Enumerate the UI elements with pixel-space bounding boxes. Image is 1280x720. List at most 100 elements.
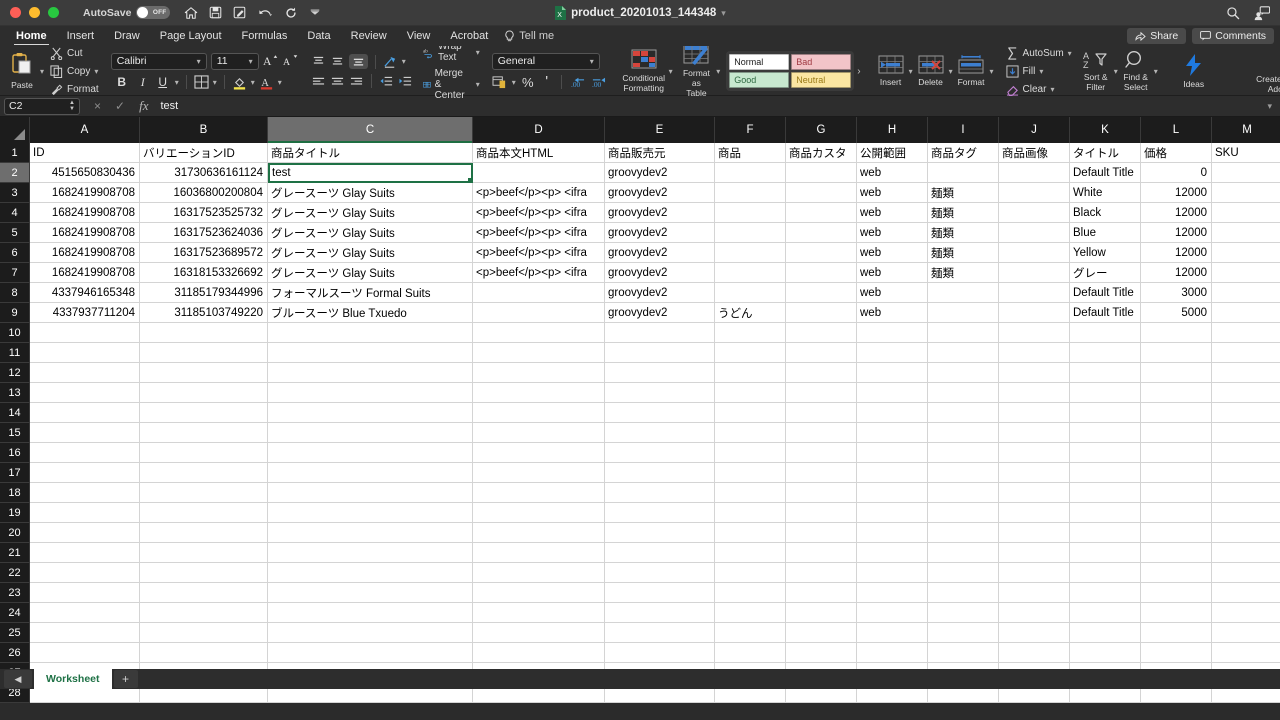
cell-E7[interactable]: groovydev2 [605, 263, 715, 283]
cell-K20[interactable] [1070, 523, 1141, 543]
column-header-h[interactable]: H [857, 117, 928, 143]
table-row[interactable]: ID バリエーションID 商品タイトル 商品本文HTML 商品販売元 商品 商品カスタ 公開範… [30, 143, 1280, 163]
row-header-6[interactable]: 6 [0, 243, 30, 263]
cell-H14[interactable] [857, 403, 928, 423]
cell-G18[interactable] [786, 483, 857, 503]
cell-D25[interactable] [473, 623, 605, 643]
cell-K1[interactable]: タイトル [1070, 143, 1141, 163]
home-icon[interactable] [184, 6, 198, 20]
cell-K8[interactable]: Default Title [1070, 283, 1141, 303]
cell-D21[interactable] [473, 543, 605, 563]
cell-F13[interactable] [715, 383, 786, 403]
cell-E23[interactable] [605, 583, 715, 603]
cell-E24[interactable] [605, 603, 715, 623]
cell-I25[interactable] [928, 623, 999, 643]
cell-M19[interactable] [1212, 503, 1280, 523]
cell-M12[interactable] [1212, 363, 1280, 383]
cell-K7[interactable]: グレー [1070, 263, 1141, 283]
fill-color-icon[interactable] [232, 75, 247, 90]
cell-M24[interactable] [1212, 603, 1280, 623]
accounting-format-icon[interactable] [492, 75, 508, 89]
cell-I8[interactable] [928, 283, 999, 303]
row-header-26[interactable]: 26 [0, 643, 30, 663]
cell-A5[interactable]: 1682419908708 [30, 223, 140, 243]
cell-I7[interactable]: 麺類 [928, 263, 999, 283]
cell-A22[interactable] [30, 563, 140, 583]
row-header-5[interactable]: 5 [0, 223, 30, 243]
cell-I21[interactable] [928, 543, 999, 563]
cell-I1[interactable]: 商品タグ [928, 143, 999, 163]
cell-A4[interactable]: 1682419908708 [30, 203, 140, 223]
cell-A19[interactable] [30, 503, 140, 523]
format-as-table-chevron-down-icon[interactable]: ▾ [716, 67, 720, 76]
cell-L6[interactable]: 12000 [1141, 243, 1212, 263]
cell-M15[interactable] [1212, 423, 1280, 443]
cell-G23[interactable] [786, 583, 857, 603]
customize-toolbar-icon[interactable] [309, 8, 321, 18]
table-row[interactable] [30, 643, 1280, 663]
cell-H10[interactable] [857, 323, 928, 343]
cell-K16[interactable] [1070, 443, 1141, 463]
undo-icon[interactable] [257, 6, 273, 20]
cell-style-good[interactable]: Good [729, 72, 790, 88]
cell-G17[interactable] [786, 463, 857, 483]
cell-K6[interactable]: Yellow [1070, 243, 1141, 263]
cell-B21[interactable] [140, 543, 268, 563]
cell-F20[interactable] [715, 523, 786, 543]
cell-H6[interactable]: web [857, 243, 928, 263]
cell-J20[interactable] [999, 523, 1070, 543]
cell-G13[interactable] [786, 383, 857, 403]
close-window-button[interactable] [10, 7, 21, 18]
table-row[interactable] [30, 423, 1280, 443]
cell-H25[interactable] [857, 623, 928, 643]
cell-B11[interactable] [140, 343, 268, 363]
underline-chevron-down-icon[interactable]: ▾ [175, 78, 179, 87]
cell-A17[interactable] [30, 463, 140, 483]
cell-F22[interactable] [715, 563, 786, 583]
cell-K22[interactable] [1070, 563, 1141, 583]
font-color-chevron-down-icon[interactable]: ▾ [278, 78, 282, 87]
cell-L16[interactable] [1141, 443, 1212, 463]
table-row[interactable] [30, 543, 1280, 563]
font-size-select[interactable]: 11 ▾ [210, 52, 259, 70]
wrap-text-chevron-down-icon[interactable]: ▾ [476, 48, 480, 57]
cell-M14[interactable] [1212, 403, 1280, 423]
number-format-select[interactable]: General ▾ [491, 52, 600, 70]
font-size-chevron-down-icon[interactable]: ▾ [249, 57, 253, 66]
cell-E4[interactable]: groovydev2 [605, 203, 715, 223]
cell-I18[interactable] [928, 483, 999, 503]
cell-I4[interactable]: 麺類 [928, 203, 999, 223]
tab-review[interactable]: Review [341, 26, 397, 46]
cell-I11[interactable] [928, 343, 999, 363]
cell-L5[interactable]: 12000 [1141, 223, 1212, 243]
cell-B14[interactable] [140, 403, 268, 423]
cell-D17[interactable] [473, 463, 605, 483]
cell-M13[interactable] [1212, 383, 1280, 403]
create-share-adobe-pdf-button[interactable]: Create and Share Adobe PDF [1230, 48, 1280, 94]
cell-D11[interactable] [473, 343, 605, 363]
cell-B22[interactable] [140, 563, 268, 583]
cell-G26[interactable] [786, 643, 857, 663]
row-header-1[interactable]: 1 [0, 143, 30, 163]
cell-A13[interactable] [30, 383, 140, 403]
cell-L19[interactable] [1141, 503, 1212, 523]
cell-I13[interactable] [928, 383, 999, 403]
cell-L3[interactable]: 12000 [1141, 183, 1212, 203]
decrease-font-size-icon[interactable]: A [283, 54, 299, 68]
cell-D4[interactable]: <p>beef</p><p> <ifra [473, 203, 605, 223]
tell-me-button[interactable]: Tell me [504, 29, 554, 43]
cell-D16[interactable] [473, 443, 605, 463]
cell-K17[interactable] [1070, 463, 1141, 483]
cell-G20[interactable] [786, 523, 857, 543]
cell-C23[interactable] [268, 583, 473, 603]
ribbon-tab-bar[interactable]: Home Insert Draw Page Layout Formulas Da… [0, 26, 1280, 46]
align-center-icon[interactable] [330, 75, 345, 88]
cell-B4[interactable]: 16317523525732 [140, 203, 268, 223]
row-header-18[interactable]: 18 [0, 483, 30, 503]
cell-L9[interactable]: 5000 [1141, 303, 1212, 323]
cell-K18[interactable] [1070, 483, 1141, 503]
cell-A16[interactable] [30, 443, 140, 463]
cell-A26[interactable] [30, 643, 140, 663]
cell-C19[interactable] [268, 503, 473, 523]
cell-J12[interactable] [999, 363, 1070, 383]
